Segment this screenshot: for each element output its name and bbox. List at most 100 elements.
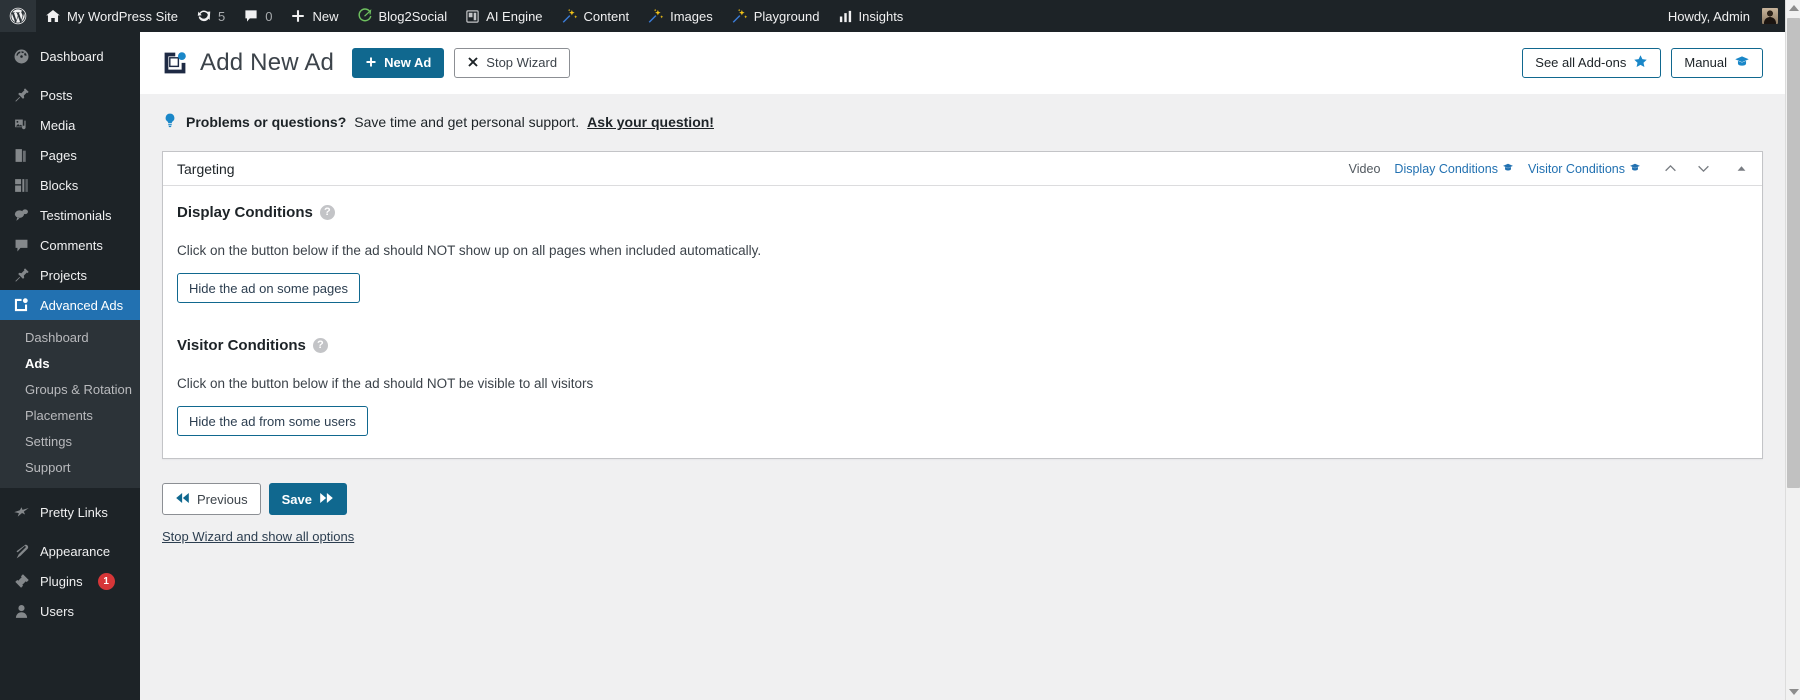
magic-wand-icon	[647, 8, 664, 25]
main-content: Add New Ad New Ad Stop Wizard See all Ad…	[140, 32, 1785, 700]
help-icon[interactable]: ?	[313, 338, 328, 353]
comment-bubble-icon	[243, 8, 259, 24]
admin-bar: My WordPress Site 5 0 New Blog2Social	[0, 0, 1800, 32]
submenu-item-support[interactable]: Support	[0, 455, 140, 481]
stop-wizard-show-all-options-link[interactable]: Stop Wizard and show all options	[140, 515, 376, 544]
page-scrollbar[interactable]	[1785, 0, 1800, 700]
submenu-item-placements[interactable]: Placements	[0, 403, 140, 429]
previous-button[interactable]: Previous	[162, 483, 261, 515]
manual-button[interactable]: Manual	[1671, 48, 1763, 78]
adminbar-item-ai-engine[interactable]: AI Engine	[456, 0, 551, 32]
advanced-ads-logo-icon	[162, 50, 188, 76]
ai-engine-icon	[465, 9, 480, 24]
bar-chart-icon	[838, 9, 853, 24]
see-all-addons-button[interactable]: See all Add-ons	[1522, 48, 1661, 78]
pin-icon	[11, 87, 31, 104]
sidebar-item-plugins[interactable]: Plugins 1	[0, 566, 140, 596]
save-button[interactable]: Save	[269, 483, 347, 515]
hide-ad-from-some-users-button[interactable]: Hide the ad from some users	[177, 406, 368, 436]
updates-icon	[196, 8, 212, 24]
magic-wand-icon	[731, 8, 748, 25]
nav-display-conditions-label: Display Conditions	[1394, 162, 1498, 176]
sidebar-item-appearance[interactable]: Appearance	[0, 536, 140, 566]
display-conditions-description: Click on the button below if the ad shou…	[177, 243, 1748, 258]
sidebar-item-testimonials[interactable]: Testimonials	[0, 200, 140, 230]
sidebar-item-comments[interactable]: Comments	[0, 230, 140, 260]
sidebar-item-label: Media	[40, 118, 75, 133]
wp-logo-menu[interactable]	[0, 0, 36, 32]
visitor-conditions-description: Click on the button below if the ad shou…	[177, 376, 1748, 391]
display-conditions-title: Display Conditions	[177, 204, 313, 221]
site-name-menu[interactable]: My WordPress Site	[36, 0, 187, 32]
site-name-label: My WordPress Site	[67, 9, 178, 23]
adminbar-item-blog2social[interactable]: Blog2Social	[348, 0, 457, 32]
lightbulb-icon	[162, 112, 178, 132]
plus-icon	[365, 56, 377, 70]
ask-your-question-link[interactable]: Ask your question!	[587, 114, 714, 130]
sidebar-item-pretty-links[interactable]: Pretty Links	[0, 497, 140, 527]
notice-text: Save time and get personal support.	[354, 114, 579, 130]
home-icon	[45, 8, 61, 24]
save-label: Save	[282, 493, 312, 506]
submenu-item-groups-rotation[interactable]: Groups & Rotation	[0, 377, 140, 403]
submenu-item-ads[interactable]: Ads	[0, 351, 140, 377]
adminbar-item-insights[interactable]: Insights	[829, 0, 913, 32]
scrollbar-thumb[interactable]	[1787, 18, 1800, 488]
adminbar-item-images[interactable]: Images	[638, 0, 722, 32]
adminbar-item-playground[interactable]: Playground	[722, 0, 829, 32]
sidebar-item-media[interactable]: Media	[0, 110, 140, 140]
adminbar-label: Images	[670, 9, 713, 23]
comments-menu[interactable]: 0	[234, 0, 281, 32]
hide-ad-on-some-pages-button[interactable]: Hide the ad on some pages	[177, 273, 360, 303]
sidebar-item-users[interactable]: Users	[0, 596, 140, 626]
menu-spacer	[0, 488, 140, 497]
nav-display-conditions-link[interactable]: Display Conditions	[1394, 162, 1514, 176]
new-ad-button[interactable]: New Ad	[352, 48, 444, 78]
help-icon[interactable]: ?	[320, 205, 335, 220]
page-header: Add New Ad New Ad Stop Wizard See all Ad…	[140, 32, 1785, 94]
sidebar-item-label: Users	[40, 604, 74, 619]
updates-count: 5	[218, 9, 225, 24]
media-icon	[11, 117, 31, 134]
panel-body: Display Conditions ? Click on the button…	[163, 186, 1762, 458]
new-content-menu[interactable]: New	[281, 0, 347, 32]
sidebar-item-pages[interactable]: Pages	[0, 140, 140, 170]
fast-forward-icon	[319, 492, 334, 506]
previous-label: Previous	[197, 493, 248, 506]
new-ad-label: New Ad	[384, 56, 431, 69]
stop-wizard-button[interactable]: Stop Wizard	[454, 48, 570, 78]
sidebar-item-blocks[interactable]: Blocks	[0, 170, 140, 200]
sidebar-item-advanced-ads[interactable]: Advanced Ads	[0, 290, 140, 320]
graduation-cap-icon	[1629, 162, 1641, 176]
testimonials-icon	[11, 207, 31, 224]
header-right-actions: See all Add-ons Manual	[1522, 48, 1763, 78]
submenu-item-dashboard[interactable]: Dashboard	[0, 325, 140, 351]
new-content-label: New	[312, 9, 338, 23]
my-account-menu[interactable]: Howdy, Admin	[1659, 0, 1800, 32]
visitor-conditions-heading: Visitor Conditions ?	[177, 337, 1748, 354]
sidebar-item-dashboard[interactable]: Dashboard	[0, 41, 140, 71]
pretty-links-icon	[11, 504, 31, 521]
admin-sidebar: Dashboard Posts Media Pages Bl	[0, 32, 140, 700]
nav-video-link[interactable]: Video	[1349, 162, 1381, 176]
sidebar-item-posts[interactable]: Posts	[0, 80, 140, 110]
scrollbar-up-arrow[interactable]	[1786, 0, 1800, 16]
scrollbar-down-arrow[interactable]	[1786, 684, 1800, 700]
nav-visitor-conditions-label: Visitor Conditions	[1528, 162, 1625, 176]
graduation-cap-icon	[1734, 54, 1750, 71]
collapse-panel-icon[interactable]	[1733, 162, 1750, 175]
sidebar-item-projects[interactable]: Projects	[0, 260, 140, 290]
sidebar-item-label: Posts	[40, 88, 73, 103]
submenu-item-settings[interactable]: Settings	[0, 429, 140, 455]
sidebar-item-label: Plugins	[40, 574, 83, 589]
nav-visitor-conditions-link[interactable]: Visitor Conditions	[1528, 162, 1641, 176]
adminbar-item-content[interactable]: Content	[552, 0, 639, 32]
sidebar-item-label: Pages	[40, 148, 77, 163]
sidebar-item-label: Projects	[40, 268, 87, 283]
howdy-label: Howdy, Admin	[1668, 9, 1750, 23]
sidebar-item-label: Dashboard	[40, 49, 104, 64]
updates-menu[interactable]: 5	[187, 0, 234, 32]
move-down-icon[interactable]	[1694, 161, 1713, 176]
move-up-icon[interactable]	[1661, 161, 1680, 176]
blog2social-icon	[357, 8, 373, 24]
